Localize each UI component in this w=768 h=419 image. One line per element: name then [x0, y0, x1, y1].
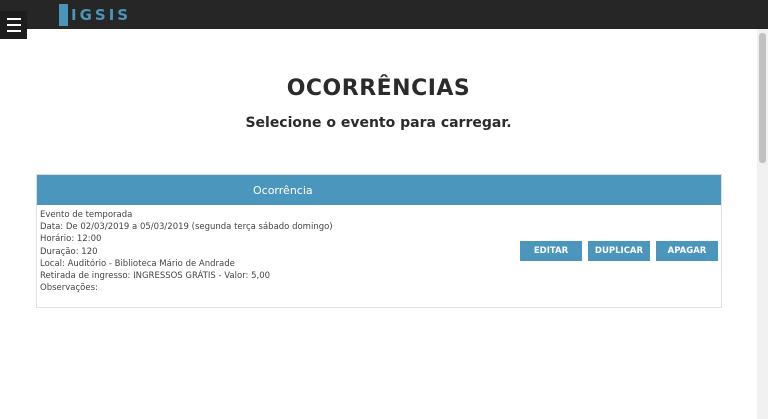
occurrence-details: Evento de temporada Data: De 02/03/2019 … [40, 209, 333, 294]
occurrence-panel: Ocorrência Evento de temporada Data: De … [36, 174, 722, 308]
logo-text: IGSIS [71, 6, 132, 24]
scrollbar-thumb[interactable] [759, 33, 766, 163]
delete-button[interactable]: APAGAR [656, 241, 718, 261]
detail-line: Duração: 120 [40, 246, 98, 257]
detail-line: Data: De 02/03/2019 a 05/03/2019 (segund… [40, 222, 333, 233]
vertical-scrollbar[interactable] [757, 29, 768, 419]
top-navbar: IGSIS [0, 0, 768, 29]
detail-line: Retirada de ingresso: INGRESSOS GRÁTIS -… [40, 271, 271, 282]
detail-line: Local: Auditório - Biblioteca Mário de A… [40, 258, 235, 269]
hamburger-menu-icon-bar [6, 24, 21, 26]
detail-line: Observações: [40, 283, 98, 294]
detail-line: Evento de temporada [40, 210, 133, 220]
page-subtitle: Selecione o evento para carregar. [245, 115, 512, 131]
edit-button[interactable]: EDITAR [520, 241, 582, 261]
igsis-logo[interactable]: IGSIS [59, 4, 131, 26]
page-title: OCORRÊNCIAS [286, 76, 471, 101]
occurrence-panel-header: Ocorrência [37, 175, 721, 205]
occurrence-header-label: Ocorrência [253, 183, 313, 197]
detail-line: Horário: 12:00 [40, 234, 102, 245]
logo-mark [59, 4, 68, 26]
hamburger-menu-button[interactable] [0, 11, 27, 39]
duplicate-button[interactable]: DUPLICAR [588, 241, 650, 261]
hamburger-menu-icon-bar [6, 30, 21, 32]
hamburger-menu-icon [6, 18, 21, 20]
